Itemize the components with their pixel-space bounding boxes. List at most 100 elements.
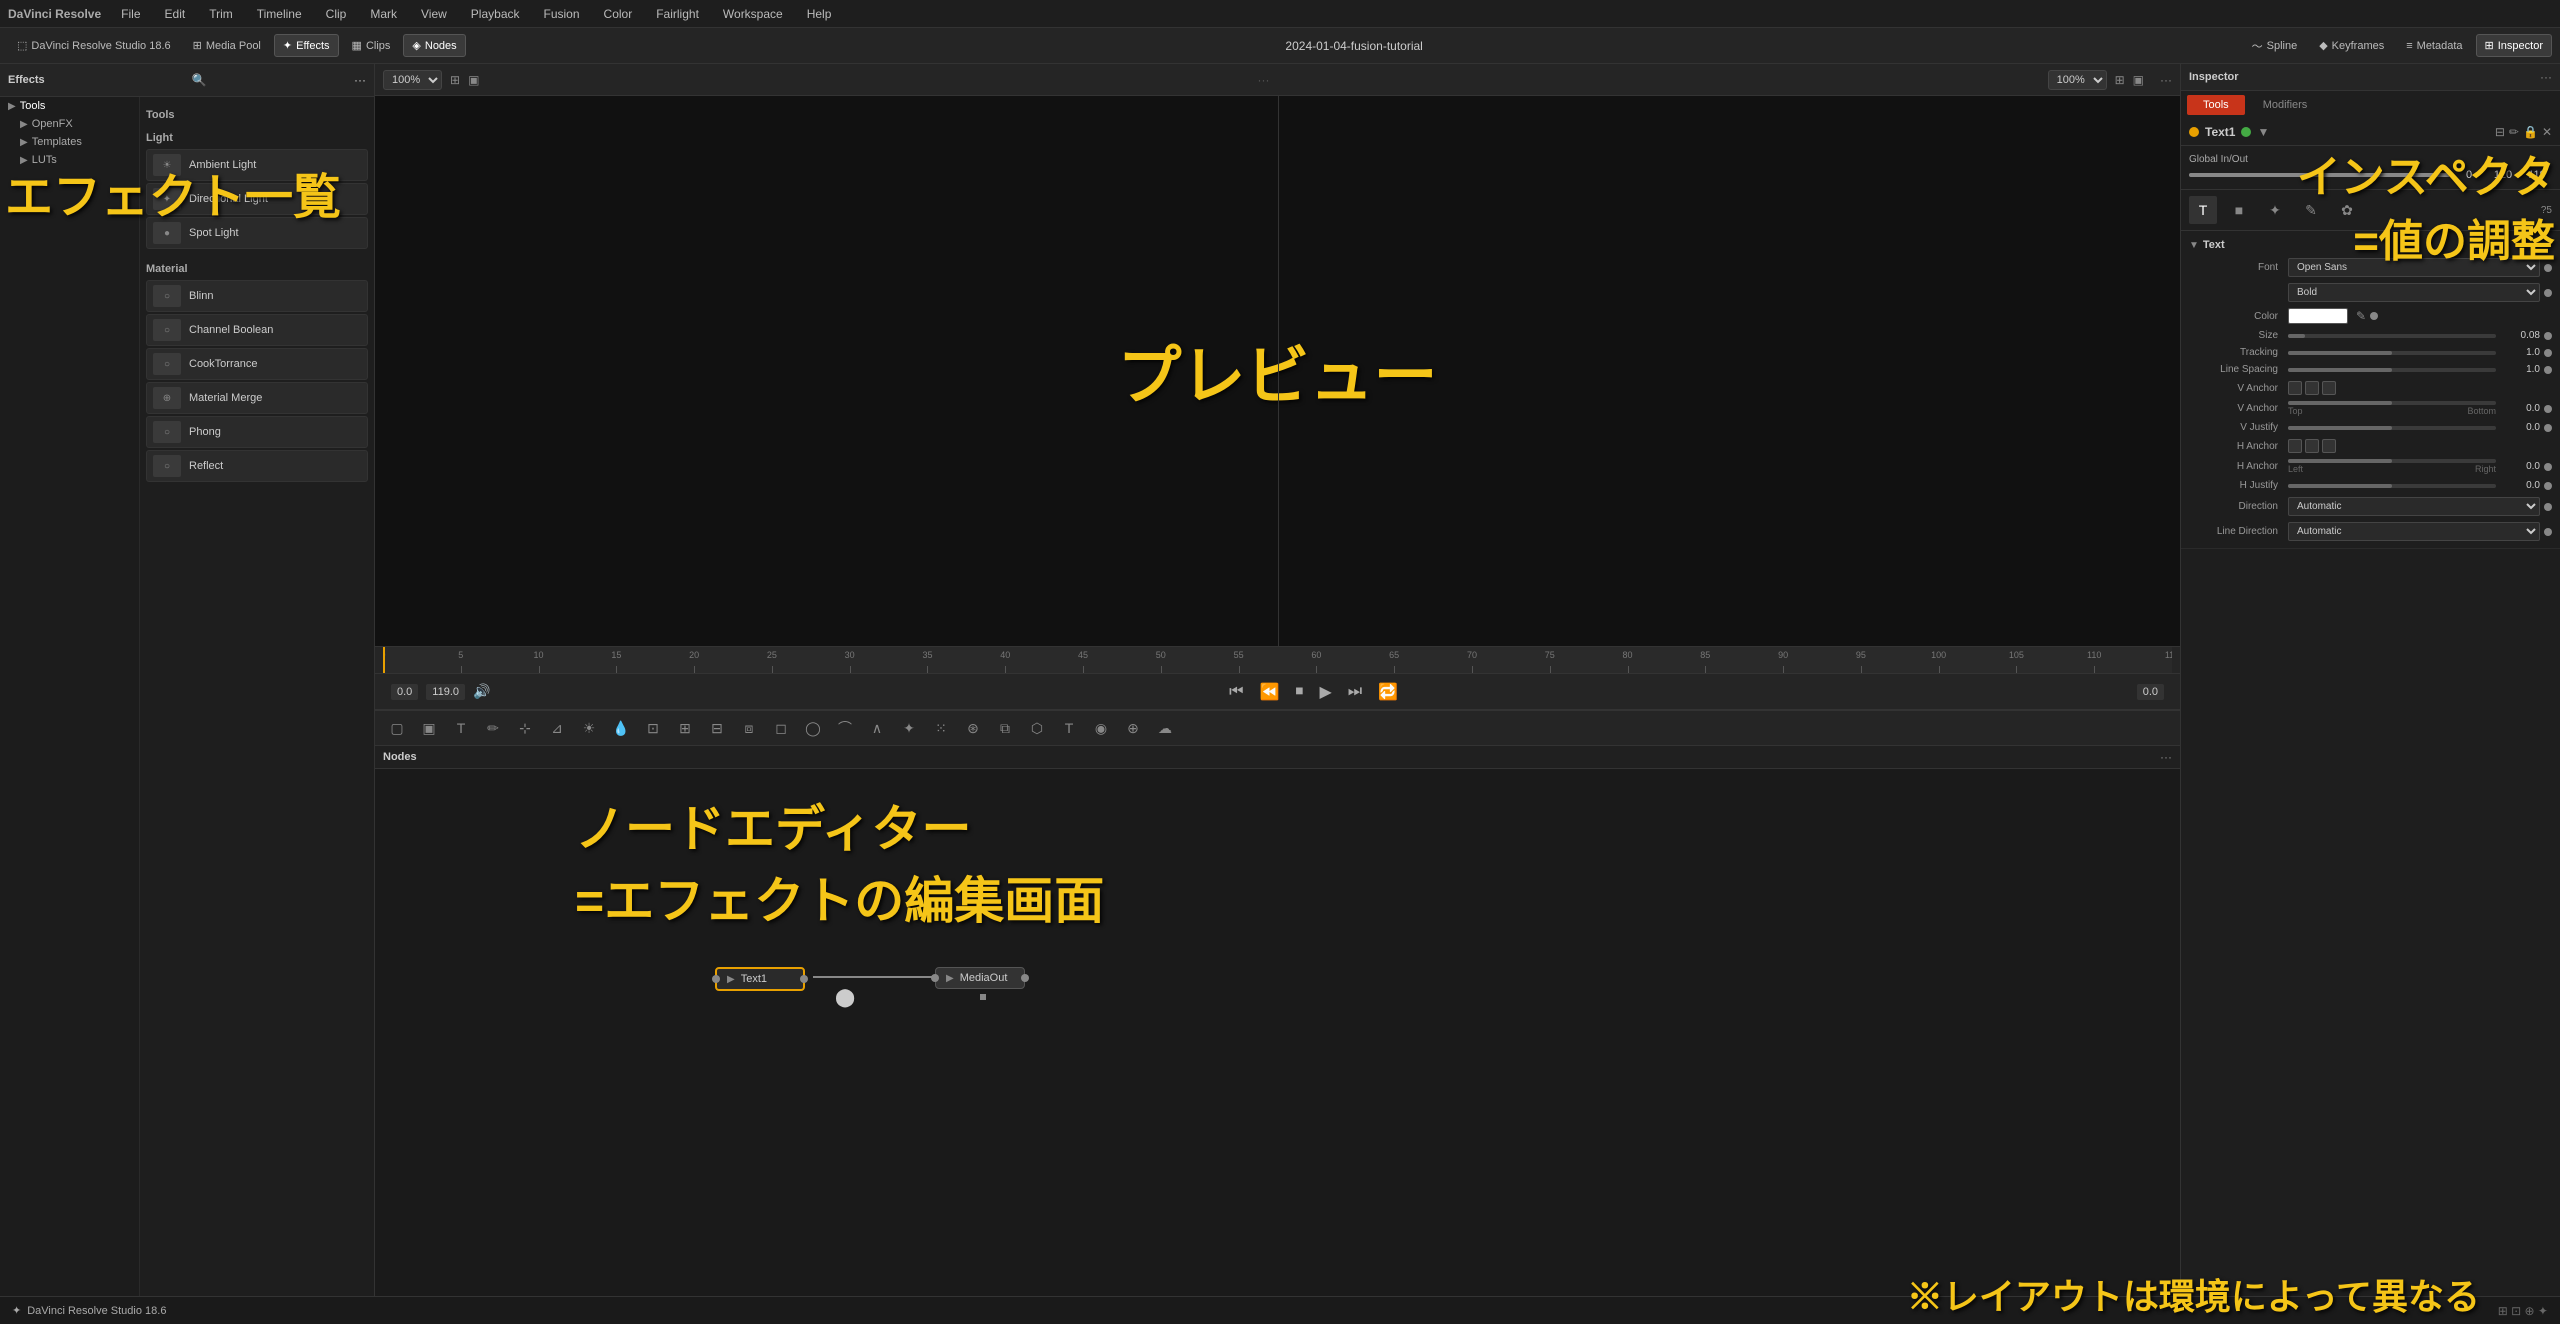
- color-swatch[interactable]: [2288, 308, 2348, 324]
- gio-slider[interactable]: [2189, 173, 2450, 177]
- inspector-text-section-title[interactable]: ▼ Text: [2189, 235, 2552, 255]
- effect-channel-boolean[interactable]: ○ Channel Boolean: [146, 314, 368, 346]
- insp-fx-icon[interactable]: ✿: [2333, 196, 2361, 224]
- menu-fusion[interactable]: Fusion: [540, 5, 584, 23]
- node-tool-select[interactable]: ▢: [383, 716, 411, 740]
- tracking-slider[interactable]: [2288, 351, 2496, 355]
- toolbar-metadata-btn[interactable]: ≡ Metadata: [2397, 35, 2471, 57]
- v-anchor-slider[interactable]: [2288, 401, 2496, 405]
- step-back-btn[interactable]: ⏪: [1256, 680, 1284, 704]
- h-anchor-slider[interactable]: [2288, 459, 2496, 463]
- h-justify-slider[interactable]: [2288, 484, 2496, 488]
- audio-icon[interactable]: 🔊: [473, 683, 490, 700]
- text1-output-connector[interactable]: [800, 975, 808, 983]
- size-slider[interactable]: [2288, 334, 2496, 338]
- node-tool-2[interactable]: ▣: [415, 716, 443, 740]
- play-btn[interactable]: ▶: [1315, 680, 1335, 704]
- node-tool-23[interactable]: ◉: [1087, 716, 1115, 740]
- node-tool-5[interactable]: ⊹: [511, 716, 539, 740]
- nodes-menu-btn[interactable]: ···: [2160, 750, 2172, 764]
- toolbar-inspector-btn[interactable]: ⊞ Inspector: [2476, 34, 2552, 57]
- node-action-2[interactable]: ✏: [2509, 125, 2519, 139]
- insp-edit-icon[interactable]: ✎: [2297, 196, 2325, 224]
- inspector-tab-tools[interactable]: Tools: [2187, 95, 2245, 115]
- node-action-1[interactable]: ⊟: [2495, 125, 2505, 139]
- tree-item-luts[interactable]: ▶ LUTs: [0, 151, 139, 169]
- inspector-menu-btn[interactable]: ···: [2540, 70, 2552, 84]
- node-action-close[interactable]: ✕: [2542, 125, 2552, 139]
- effect-phong[interactable]: ○ Phong: [146, 416, 368, 448]
- go-to-start-btn[interactable]: ⏮: [1225, 681, 1247, 703]
- node-tool-7[interactable]: ☀: [575, 716, 603, 740]
- node-tool-17[interactable]: ✦: [895, 716, 923, 740]
- view-mode-icon[interactable]: ⊞: [450, 73, 460, 87]
- insp-star-icon[interactable]: ✦: [2261, 196, 2289, 224]
- insp-rect-icon[interactable]: ■: [2225, 196, 2253, 224]
- go-to-end-btn[interactable]: ⏭: [1344, 681, 1366, 703]
- node-tool-8[interactable]: 💧: [607, 716, 635, 740]
- menu-color[interactable]: Color: [600, 5, 637, 23]
- mediaout-output-connector[interactable]: [1021, 974, 1029, 982]
- menu-clip[interactable]: Clip: [322, 5, 351, 23]
- effect-cook-torrance[interactable]: ○ CookTorrance: [146, 348, 368, 380]
- timeline-ruler[interactable]: 0510152025303540455055606570758085909510…: [383, 646, 2172, 674]
- stop-btn[interactable]: ⏹: [1291, 681, 1307, 703]
- effect-ambient-light[interactable]: ☀ Ambient Light: [146, 149, 368, 181]
- size-dot[interactable]: [2544, 332, 2552, 340]
- line-spacing-slider[interactable]: [2288, 368, 2496, 372]
- menu-playback[interactable]: Playback: [467, 5, 524, 23]
- font-dot[interactable]: [2544, 264, 2552, 272]
- menu-file[interactable]: File: [117, 5, 144, 23]
- tree-item-openfx[interactable]: ▶ OpenFX: [0, 115, 139, 133]
- bold-dropdown[interactable]: Bold Regular Italic: [2288, 283, 2540, 302]
- text1-input-connector[interactable]: [712, 975, 720, 983]
- line-direction-dropdown[interactable]: Automatic LTR RTL: [2288, 522, 2540, 541]
- view-mode-right-icon[interactable]: ⊞: [2115, 73, 2125, 87]
- direction-dropdown[interactable]: Automatic Horizontal Vertical: [2288, 497, 2540, 516]
- h-anchor-btn-2[interactable]: [2305, 439, 2319, 453]
- node-tool-13[interactable]: ◻: [767, 716, 795, 740]
- font-dropdown[interactable]: Open Sans: [2288, 258, 2540, 277]
- h-justify-dot[interactable]: [2544, 482, 2552, 490]
- bold-dot[interactable]: [2544, 289, 2552, 297]
- line-spacing-dot[interactable]: [2544, 366, 2552, 374]
- tree-item-tools[interactable]: ▶ Tools: [0, 97, 139, 115]
- node-tool-20[interactable]: ⧉: [991, 716, 1019, 740]
- node-tool-25[interactable]: ☁: [1151, 716, 1179, 740]
- search-icon[interactable]: 🔍: [189, 70, 209, 90]
- effect-directional-light[interactable]: ✦ Directional Light: [146, 183, 368, 215]
- effect-blinn[interactable]: ○ Blinn: [146, 280, 368, 312]
- tree-item-templates[interactable]: ▶ Templates: [0, 133, 139, 151]
- v-justify-slider[interactable]: [2288, 426, 2496, 430]
- effect-material-merge[interactable]: ⊕ Material Merge: [146, 382, 368, 414]
- menu-workspace[interactable]: Workspace: [719, 5, 787, 23]
- color-picker-icon[interactable]: ✎: [2356, 309, 2366, 323]
- insp-text-icon[interactable]: T: [2189, 196, 2217, 224]
- h-anchor-btn-1[interactable]: [2288, 439, 2302, 453]
- toolbar-nodes-btn[interactable]: ◈ Nodes: [403, 34, 465, 57]
- node-tool-15[interactable]: ⌒: [831, 716, 859, 740]
- view-options-btn[interactable]: ···: [2160, 73, 2172, 87]
- v-anchor-btn-2[interactable]: [2305, 381, 2319, 395]
- toolbar-effects-btn[interactable]: ✦ Effects: [274, 34, 339, 57]
- toolbar-media-pool-btn[interactable]: ⊞ Media Pool: [184, 34, 270, 57]
- node-tool-6[interactable]: ⊿: [543, 716, 571, 740]
- toolbar-spline-btn[interactable]: 〜 Spline: [2243, 33, 2307, 59]
- mediaout-input-connector[interactable]: [931, 974, 939, 982]
- tracking-dot[interactable]: [2544, 349, 2552, 357]
- effect-spot-light[interactable]: ● Spot Light: [146, 217, 368, 249]
- node-tool-10[interactable]: ⊞: [671, 716, 699, 740]
- node-tool-22[interactable]: T: [1055, 716, 1083, 740]
- effect-reflect[interactable]: ○ Reflect: [146, 450, 368, 482]
- h-anchor-btn-3[interactable]: [2322, 439, 2336, 453]
- direction-dot[interactable]: [2544, 503, 2552, 511]
- node-tool-12[interactable]: ⧈: [735, 716, 763, 740]
- node-action-lock[interactable]: 🔒: [2523, 125, 2538, 139]
- menu-help[interactable]: Help: [803, 5, 836, 23]
- toolbar-workspace-btn[interactable]: ⬚ DaVinci Resolve Studio 18.6: [8, 34, 180, 57]
- menu-view[interactable]: View: [417, 5, 451, 23]
- node-tool-14[interactable]: ◯: [799, 716, 827, 740]
- line-direction-dot[interactable]: [2544, 528, 2552, 536]
- v-justify-dot[interactable]: [2544, 424, 2552, 432]
- node-tool-24[interactable]: ⊕: [1119, 716, 1147, 740]
